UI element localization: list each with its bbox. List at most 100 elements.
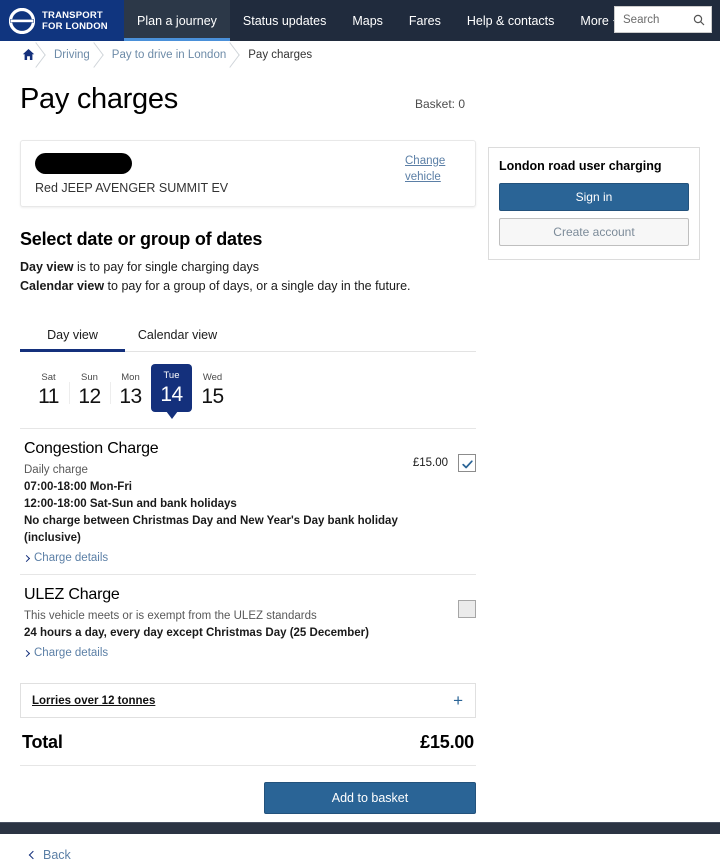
- chevron-left-icon: [28, 850, 38, 860]
- date-weekday: Sat: [41, 372, 56, 383]
- vehicle-info: Red JEEP AVENGER SUMMIT EV: [35, 153, 228, 195]
- charge-details-label: Charge details: [34, 647, 109, 659]
- home-icon: [22, 48, 35, 61]
- select-date-heading: Select date or group of dates: [20, 229, 263, 249]
- sign-in-button[interactable]: Sign in: [499, 183, 689, 211]
- day-view-term: Day view: [20, 260, 74, 274]
- search-icon[interactable]: [693, 14, 705, 26]
- charge-title: Congestion Charge: [24, 440, 159, 457]
- nav-item-label: Fares: [408, 13, 441, 28]
- select-date-description: Day view is to pay for single charging d…: [20, 258, 476, 296]
- date-option-tue-14[interactable]: Tue 14: [151, 364, 192, 419]
- nav-item-label: Status updates: [242, 13, 327, 28]
- breadcrumb-label: Pay charges: [248, 48, 313, 61]
- vehicle-registration-redacted: [35, 153, 132, 174]
- date-number: 15: [201, 385, 224, 408]
- logo-line-1: TRANSPORT: [42, 9, 103, 21]
- charge-hours-weekday: 07:00-18:00 Mon-Fri: [24, 481, 133, 493]
- day-view-description: Day view is to pay for single charging d…: [20, 258, 476, 277]
- create-account-button[interactable]: Create account: [499, 218, 689, 246]
- nav-item-fares[interactable]: Fares: [396, 0, 454, 41]
- breadcrumb-item-driving[interactable]: Driving: [43, 44, 101, 66]
- tfl-roundel-icon: [8, 7, 36, 34]
- page-title: Pay charges: [20, 83, 178, 115]
- tab-label: Day view: [47, 328, 98, 342]
- chevron-right-icon: [22, 649, 31, 657]
- charge-title: ULEZ Charge: [24, 586, 120, 603]
- total-value: £15.00: [420, 732, 474, 752]
- vehicle-card: Red JEEP AVENGER SUMMIT EV Change vehicl…: [20, 140, 476, 207]
- date-weekday: Mon: [121, 372, 140, 383]
- date-option-sun-12[interactable]: Sun 12: [69, 366, 110, 410]
- tfl-logo[interactable]: TRANSPORT FOR LONDON: [0, 0, 124, 41]
- charge-row-ulez-charge: ULEZ Charge This vehicle meets or is exe…: [20, 574, 476, 669]
- date-number: 11: [38, 385, 59, 408]
- search-input[interactable]: [621, 12, 693, 27]
- sidebar-column: London road user charging Sign in Create…: [488, 122, 700, 260]
- vehicle-description: Red JEEP AVENGER SUMMIT EV: [35, 181, 229, 195]
- back-link[interactable]: Back: [28, 848, 71, 862]
- charge-details-label: Charge details: [34, 552, 109, 564]
- bottom-system-bar: [0, 822, 720, 834]
- add-to-basket-button[interactable]: Add to basket: [264, 782, 476, 814]
- charge-hours-weekend: 12:00-18:00 Sat-Sun and bank holidays: [24, 498, 237, 510]
- charge-subtitle: Daily charge: [24, 464, 88, 476]
- call-to-action-row: Add to basket: [20, 766, 476, 814]
- charge-details-link-ulez[interactable]: Charge details: [22, 647, 109, 659]
- tab-calendar-view[interactable]: Calendar view: [125, 320, 230, 351]
- date-number: 12: [78, 385, 101, 408]
- breadcrumb-item-pay-to-drive-in-london[interactable]: Pay to drive in London: [101, 44, 237, 66]
- breadcrumb-label: Driving: [54, 48, 90, 61]
- charge-subtitle: This vehicle meets or is exempt from the…: [24, 610, 317, 622]
- charge-checkbox-congestion[interactable]: [458, 454, 476, 472]
- charge-price: £15.00: [412, 457, 448, 469]
- charge-checkbox-ulez: [458, 600, 476, 618]
- nav-item-help-and-contacts[interactable]: Help & contacts: [454, 0, 568, 41]
- nav-item-maps[interactable]: Maps: [339, 0, 396, 41]
- breadcrumb-label: Pay to drive in London: [111, 48, 227, 61]
- calendar-view-term: Calendar view: [20, 279, 105, 293]
- nav-item-label: Help & contacts: [466, 13, 555, 28]
- charge-details-block: Congestion Charge Daily charge 07:00-18:…: [22, 440, 413, 564]
- breadcrumb: Driving Pay to drive in London Pay charg…: [0, 41, 720, 69]
- date-option-mon-13[interactable]: Mon 13: [110, 366, 151, 410]
- charge-controls: [448, 586, 476, 618]
- page-content: Pay charges Basket: 0 Red JEEP AVENGER S…: [0, 69, 720, 862]
- date-weekday: Wed: [202, 372, 223, 383]
- charge-hours: 24 hours a day, every day except Christm…: [24, 627, 369, 639]
- page-header: Pay charges Basket: 0: [20, 69, 700, 122]
- date-number: 14: [160, 383, 183, 406]
- primary-nav-links: Plan a journey Status updates Maps Fares…: [124, 0, 632, 41]
- check-icon: [461, 458, 473, 469]
- calendar-view-text: to pay for a group of days, or a single …: [104, 279, 411, 293]
- search-box[interactable]: [614, 6, 712, 33]
- nav-item-label: Plan a journey: [137, 13, 217, 28]
- breadcrumb-item-pay-charges: Pay charges: [237, 44, 323, 66]
- tab-day-view[interactable]: Day view: [20, 320, 125, 352]
- date-number: 13: [119, 385, 142, 408]
- change-vehicle-link[interactable]: Change vehicle: [405, 153, 461, 185]
- basket-counter[interactable]: Basket: 0: [415, 97, 465, 116]
- calendar-view-description: Calendar view to pay for a group of days…: [20, 277, 476, 296]
- nav-item-plan-a-journey[interactable]: Plan a journey: [124, 0, 230, 41]
- main-column: Red JEEP AVENGER SUMMIT EV Change vehicl…: [20, 122, 476, 862]
- plus-icon[interactable]: +: [453, 692, 463, 709]
- date-weekday: Sun: [81, 372, 98, 383]
- charge-details-link-congestion[interactable]: Charge details: [22, 552, 109, 564]
- charge-controls: £15.00: [413, 440, 476, 472]
- breadcrumb-home[interactable]: [20, 44, 43, 66]
- tab-label: Calendar view: [137, 328, 218, 342]
- charge-details-block: ULEZ Charge This vehicle meets or is exe…: [22, 586, 448, 659]
- date-option-sat-11[interactable]: Sat 11: [28, 366, 69, 410]
- account-panel-title: London road user charging: [499, 159, 662, 173]
- accordion-lorries-over-12-tonnes[interactable]: Lorries over 12 tonnes +: [20, 683, 476, 718]
- top-navigation-bar: TRANSPORT FOR LONDON Plan a journey Stat…: [0, 0, 720, 41]
- day-view-text: is to pay for single charging days: [73, 260, 260, 274]
- content-columns: Red JEEP AVENGER SUMMIT EV Change vehicl…: [20, 122, 700, 862]
- nav-item-label: More: [580, 13, 609, 28]
- nav-item-status-updates[interactable]: Status updates: [230, 0, 339, 41]
- chevron-right-icon: [22, 554, 31, 562]
- charge-exemption-note: No charge between Christmas Day and New …: [24, 515, 398, 544]
- back-label: Back: [43, 848, 71, 862]
- date-option-wed-15[interactable]: Wed 15: [192, 366, 233, 410]
